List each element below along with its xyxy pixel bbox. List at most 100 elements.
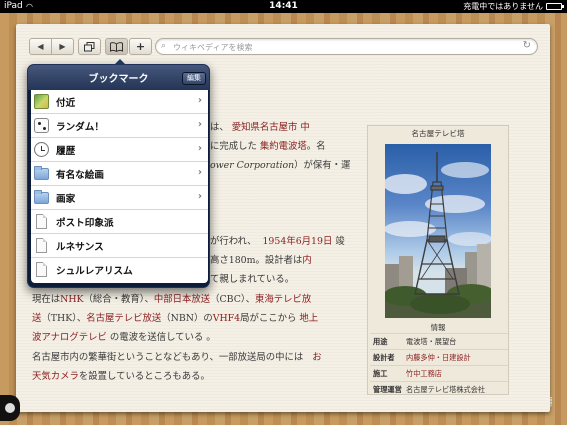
text: 現在は — [32, 294, 61, 305]
infobox-row: 用途 電波塔・展望台 — [370, 333, 508, 349]
bookmark-item-famous-paintings[interactable]: 有名な絵画 › — [31, 162, 208, 186]
row-value-link[interactable]: 内藤多仲・日建設計 — [406, 350, 471, 366]
link-thk[interactable]: 東海テレビ放 — [255, 294, 311, 305]
bookmark-item-painters[interactable]: 画家 › — [31, 186, 208, 210]
row-value-link[interactable]: 竹中工務店 — [406, 366, 442, 382]
link-vhf[interactable]: VHF4 — [213, 313, 240, 324]
dice-icon — [34, 118, 49, 133]
map-icon — [34, 94, 49, 109]
article-paragraph-1: は、 愛知県名古屋市 中 に完成した 集約電波塔。名 ower Corporat… — [210, 118, 355, 175]
add-bookmark-button[interactable]: + — [129, 38, 152, 55]
bookmark-item-nearby[interactable]: 付近 › — [31, 90, 208, 114]
charging-status: 充電中ではありません — [463, 2, 543, 11]
article-paragraph-4: 名古屋市内の繁華街ということなどもあり、一部放送局の中には お 天気カメラを設置… — [32, 348, 358, 386]
logo-dot — [5, 403, 15, 413]
clock-icon — [34, 142, 49, 157]
chevron-right-icon: › — [197, 167, 202, 178]
back-forward-group: ◀ ▶ — [29, 38, 74, 55]
tabs-icon — [79, 39, 100, 54]
text: が行われ、 — [210, 236, 257, 247]
tabs-button[interactable] — [78, 38, 101, 55]
bookmark-item-random[interactable]: ランダム！ › — [31, 114, 208, 138]
infobox: 名古屋テレビ塔 情報 用途 電波塔・展望台 設計者 内藤多仲・日建設計 施工 竹… — [367, 125, 509, 395]
link-analog-tv[interactable]: 波アナログテレビ — [32, 332, 107, 343]
link-designer[interactable]: 内 — [302, 255, 311, 266]
search-input[interactable]: ⌕ ウィキペディアを検索 ↻ — [155, 38, 538, 55]
text: の電波を送信している 。 — [109, 332, 216, 343]
search-icon: ⌕ — [161, 41, 167, 51]
link-thk-cont[interactable]: 送 — [32, 313, 41, 324]
text: （NBN）の — [161, 313, 213, 324]
forward-button[interactable]: ▶ — [52, 39, 73, 54]
text: 高さ180m。設計者は — [210, 255, 303, 266]
row-key: 用途 — [373, 337, 388, 346]
infobox-title: 名古屋テレビ塔 — [411, 129, 465, 138]
chevron-right-icon: › — [197, 119, 202, 130]
logo-icon — [0, 395, 20, 421]
link-nagoya[interactable]: 名古屋市 — [260, 122, 298, 133]
page-icon — [36, 262, 47, 277]
text: て親しまれている。 — [210, 274, 295, 285]
text: 。名 — [306, 141, 326, 152]
row-key: 設計者 — [373, 353, 395, 362]
text: 名古屋市内の繁華街ということなどもあり、一部放送局の中には — [32, 352, 304, 363]
text: 竣 — [335, 236, 345, 247]
bookmark-item-renaissance[interactable]: ルネサンス — [31, 234, 208, 258]
infobox-section-title: 情報 — [430, 323, 446, 332]
search-placeholder: ウィキペディアを検索 — [173, 43, 253, 52]
status-bar: iPad ◠ 14:41 充電中ではありません — [0, 0, 567, 13]
article-paragraph-3: 現在はNHK（総合・教育）、中部日本放送（CBC）、東海テレビ放 送（THK）、… — [32, 290, 358, 347]
chevron-right-icon: › — [197, 191, 202, 202]
popover-header: ブックマーク 編集 — [28, 65, 209, 90]
link-aichi[interactable]: 愛知県 — [232, 122, 260, 133]
back-button[interactable]: ◀ — [30, 39, 52, 54]
link-chijo[interactable]: 地上 — [299, 313, 318, 324]
buildings — [385, 244, 491, 318]
infobox-row: 施工 竹中工務店 — [370, 365, 508, 381]
row-value: 電波塔・展望台 — [406, 337, 457, 346]
reload-icon[interactable]: ↻ — [523, 40, 531, 51]
bookmark-list: 付近 › ランダム！ › 履歴 › 有名な絵画 › 画家 › ポスト印象派 ルネ… — [31, 90, 208, 283]
bookmark-label: 有名な絵画 — [56, 170, 104, 181]
link-weather-camera[interactable]: 天気カメラ — [32, 371, 79, 382]
tower-photo[interactable] — [385, 144, 491, 318]
text: ower Corporation — [210, 160, 295, 171]
text: は、 — [210, 122, 229, 133]
infobox-row: 管理運営 名古屋テレビ塔株式会社 — [370, 381, 508, 397]
bookmarks-button[interactable] — [105, 38, 128, 55]
bookmark-item-post-impressionism[interactable]: ポスト印象派 — [31, 210, 208, 234]
infobox-row: 設計者 内藤多仲・日建設計 — [370, 349, 508, 365]
text: に完成した — [210, 141, 257, 152]
bookmark-label: 画家 — [56, 194, 76, 205]
text: （THK）、 — [41, 313, 87, 324]
link-nhk[interactable]: NHK — [60, 294, 83, 305]
link-naka[interactable]: 中 — [300, 122, 309, 133]
bookmark-label: ポスト印象派 — [56, 218, 114, 229]
forward-arrow-icon: ▶ — [59, 42, 66, 51]
bookmark-label: 履歴 — [56, 146, 76, 157]
text: （総合・教育）、 — [83, 294, 154, 305]
chevron-right-icon: › — [197, 95, 202, 106]
folder-icon — [34, 166, 49, 180]
row-value: 名古屋テレビ塔株式会社 — [406, 385, 486, 394]
bookmark-item-surrealism[interactable]: シュルレアリスム — [31, 258, 208, 282]
book-icon — [106, 39, 127, 54]
page-icon — [36, 214, 47, 229]
text: を設置しているところもある。 — [78, 371, 210, 382]
folder-icon — [34, 190, 49, 204]
link-cbc[interactable]: 中部日本放送 — [154, 294, 210, 305]
bookmark-item-history[interactable]: 履歴 › — [31, 138, 208, 162]
link-nbn[interactable]: 名古屋テレビ放送 — [86, 313, 161, 324]
text: ）が保有・運 — [294, 160, 351, 171]
chevron-right-icon: › — [197, 143, 202, 154]
battery-icon — [546, 3, 564, 10]
link-denpato[interactable]: 集約電波塔 — [260, 141, 307, 152]
edit-button[interactable]: 編集 — [182, 72, 206, 85]
page-icon — [36, 238, 47, 253]
link-date[interactable]: 1954年6月19日 — [262, 236, 332, 247]
article-paragraph-2: が行われ、 1954年6月19日 竣 高さ180m。設計者は内 て親しまれている… — [210, 232, 360, 289]
bookmarks-popover: ブックマーク 編集 付近 › ランダム！ › 履歴 › 有名な絵画 › 画家 › — [27, 59, 210, 288]
text: （CBC）、 — [210, 294, 255, 305]
row-key: 管理運営 — [373, 385, 402, 394]
link-o[interactable]: お — [312, 352, 321, 363]
